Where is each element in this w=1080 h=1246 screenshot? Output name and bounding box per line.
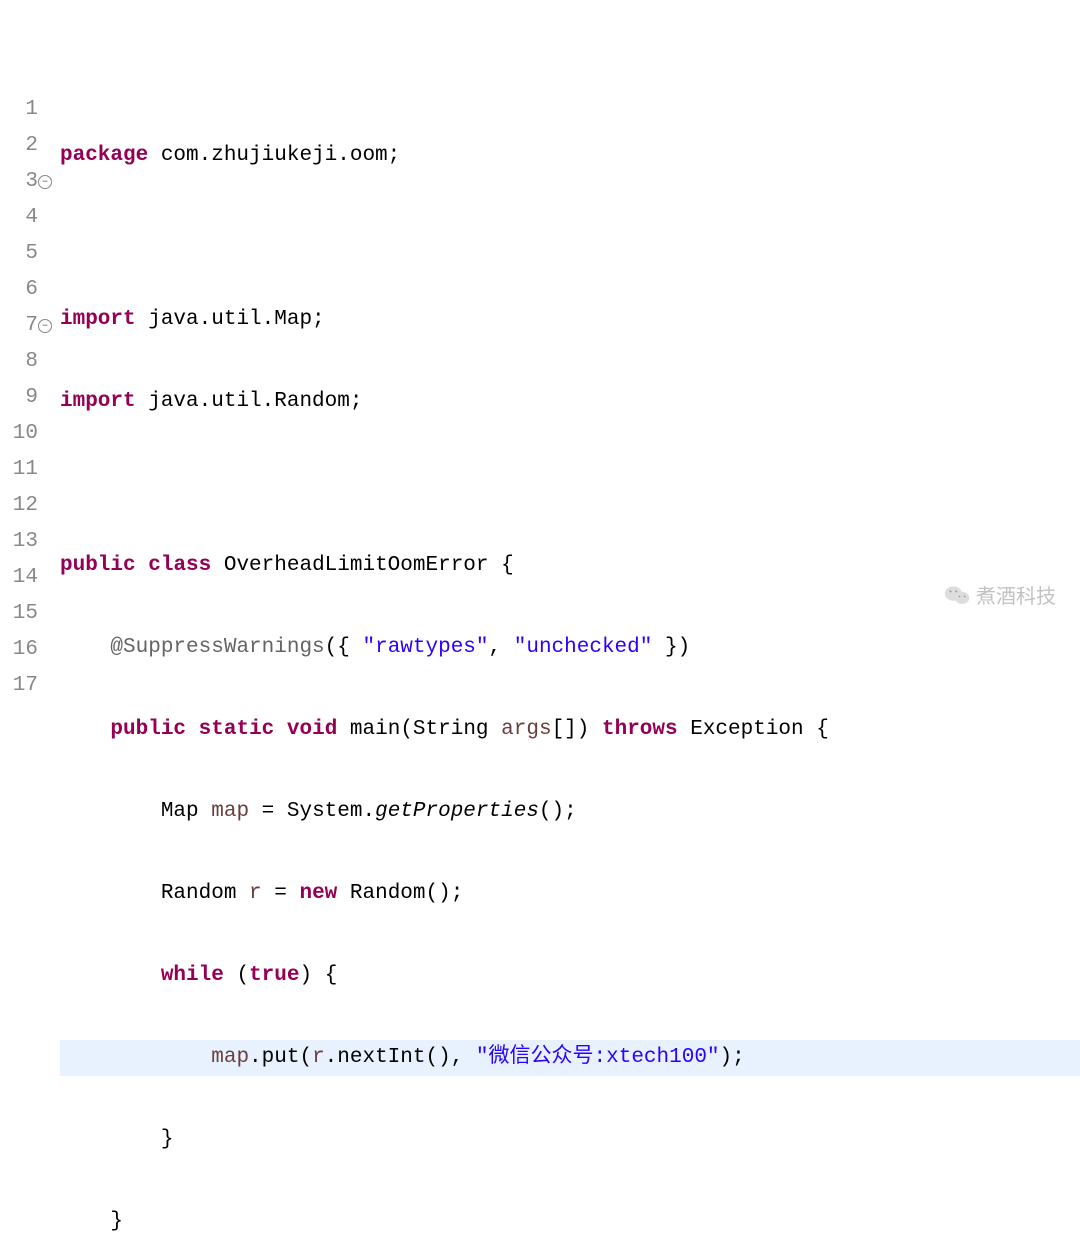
- line-number: 16: [0, 632, 38, 668]
- keyword: import: [60, 390, 136, 413]
- text: .put(: [249, 1046, 312, 1069]
- code-line: public static void main(String args[]) t…: [60, 712, 1080, 748]
- text: }: [110, 1210, 123, 1233]
- text: java.util.Random;: [136, 390, 363, 413]
- keyword: new: [299, 882, 337, 905]
- line-number: 9: [0, 380, 38, 416]
- keyword: true: [249, 964, 299, 987]
- variable: args: [501, 718, 551, 741]
- variable: map: [211, 1046, 249, 1069]
- text: OverheadLimitOomError: [211, 554, 501, 577]
- text: );: [720, 1046, 745, 1069]
- keyword: throws: [602, 718, 678, 741]
- code-line: Map map = System.getProperties();: [60, 794, 1080, 830]
- text: {: [501, 554, 514, 577]
- variable: r: [312, 1046, 325, 1069]
- keyword: public: [60, 554, 136, 577]
- keyword: static: [199, 718, 275, 741]
- variable: map: [211, 800, 249, 823]
- line-number: 4: [0, 200, 38, 236]
- indent: [60, 882, 161, 905]
- text: =: [262, 882, 300, 905]
- text: [274, 718, 287, 741]
- code-line: while (true) {: [60, 958, 1080, 994]
- line-number: 14: [0, 560, 38, 596]
- text: }): [652, 636, 690, 659]
- string: "unchecked": [514, 636, 653, 659]
- text: ();: [539, 800, 577, 823]
- line-number: 6: [0, 272, 38, 308]
- code-line-highlighted: map.put(r.nextInt(), "微信公众号:xtech100");: [60, 1040, 1080, 1076]
- indent: [60, 964, 161, 987]
- indent: [60, 800, 161, 823]
- indent: [60, 1128, 161, 1151]
- keyword: package: [60, 144, 148, 167]
- fold-icon[interactable]: –: [38, 175, 52, 189]
- annotation: @SuppressWarnings: [110, 636, 324, 659]
- keyword: public: [110, 718, 186, 741]
- keyword: import: [60, 308, 136, 331]
- text: .nextInt(),: [325, 1046, 476, 1069]
- keyword: void: [287, 718, 337, 741]
- text: com.zhujiukeji.oom;: [148, 144, 400, 167]
- type: Map: [161, 800, 211, 823]
- text: java.util.Map;: [136, 308, 325, 331]
- text: Exception {: [678, 718, 829, 741]
- code-line: }: [60, 1204, 1080, 1240]
- variable: r: [249, 882, 262, 905]
- wechat-icon: [944, 582, 970, 608]
- method-call: getProperties: [375, 800, 539, 823]
- indent: [60, 1210, 110, 1233]
- line-number: 1: [0, 92, 38, 128]
- code-line: package com.zhujiukeji.oom;: [60, 138, 1080, 174]
- watermark-text: 煮酒科技: [976, 580, 1056, 609]
- text: Random();: [337, 882, 463, 905]
- line-number: 17: [0, 668, 38, 704]
- line-number: 13: [0, 524, 38, 560]
- indent: [60, 718, 110, 741]
- line-number-gutter: 123–4567–891011121314151617: [0, 92, 42, 1246]
- line-number: 12: [0, 488, 38, 524]
- code-area[interactable]: package com.zhujiukeji.oom; import java.…: [42, 92, 1080, 1246]
- code-line: @SuppressWarnings({ "rawtypes", "uncheck…: [60, 630, 1080, 666]
- text: [186, 718, 199, 741]
- text: ) {: [299, 964, 337, 987]
- keyword: class: [148, 554, 211, 577]
- string: "微信公众号:xtech100": [476, 1046, 720, 1069]
- code-line: public class OverheadLimitOomError {: [60, 548, 1080, 584]
- line-number: 2: [0, 128, 38, 164]
- indent: [60, 1046, 211, 1069]
- line-number: 8: [0, 344, 38, 380]
- line-number: 7–: [0, 308, 38, 344]
- line-number: 15: [0, 596, 38, 632]
- text: []): [552, 718, 602, 741]
- indent: [60, 636, 110, 659]
- text: main(String: [337, 718, 501, 741]
- code-line: }: [60, 1122, 1080, 1158]
- code-line: [60, 220, 1080, 256]
- code-line: Random r = new Random();: [60, 876, 1080, 912]
- code-line: import java.util.Map;: [60, 302, 1080, 338]
- code-line: import java.util.Random;: [60, 384, 1080, 420]
- line-number: 10: [0, 416, 38, 452]
- code-line: [60, 466, 1080, 502]
- fold-icon[interactable]: –: [38, 319, 52, 333]
- text: (: [224, 964, 249, 987]
- string: "rawtypes": [362, 636, 488, 659]
- text: }: [161, 1128, 174, 1151]
- line-number: 5: [0, 236, 38, 272]
- code-editor: 123–4567–891011121314151617 package com.…: [0, 92, 1080, 1246]
- watermark: 煮酒科技: [944, 580, 1056, 609]
- text: ({: [325, 636, 363, 659]
- type: Random: [161, 882, 249, 905]
- keyword: while: [161, 964, 224, 987]
- line-number: 11: [0, 452, 38, 488]
- text: [136, 554, 149, 577]
- text: = System.: [249, 800, 375, 823]
- line-number: 3–: [0, 164, 38, 200]
- text: ,: [489, 636, 514, 659]
